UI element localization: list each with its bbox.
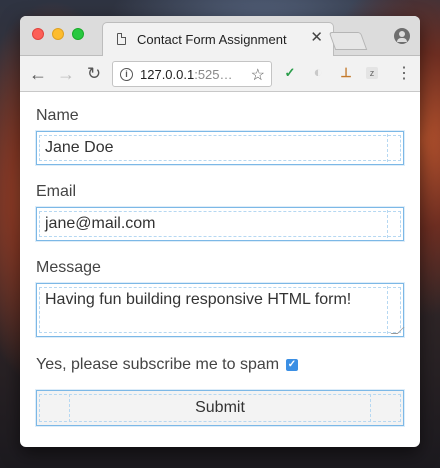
vue-devtools-icon[interactable]: ✓: [282, 65, 298, 81]
extension-tag-icon[interactable]: ⊥: [338, 65, 354, 81]
browser-menu-icon[interactable]: ⋮: [396, 64, 412, 84]
tab-title: Contact Form Assignment: [137, 32, 287, 47]
extension-drop-icon[interactable]: ◐: [310, 65, 326, 81]
document-icon: [117, 33, 126, 45]
subscribe-checkbox[interactable]: ✓: [286, 359, 298, 371]
new-tab-button[interactable]: [328, 32, 368, 50]
message-label: Message: [36, 259, 101, 276]
resize-grip-icon[interactable]: [390, 327, 405, 334]
profile-icon[interactable]: [394, 28, 410, 44]
name-field[interactable]: Jane Doe: [36, 131, 404, 165]
url-text[interactable]: 127.0.0.1:525…: [140, 67, 233, 82]
page-content: Name Jane Doe Email jane@mail.com Messag…: [20, 93, 420, 447]
window-minimize-button[interactable]: [52, 28, 64, 40]
url-host: 127.0.0.1: [140, 67, 195, 82]
email-field[interactable]: jane@mail.com: [36, 207, 404, 241]
tab-contact-form[interactable]: Contact Form Assignment ✕: [102, 22, 334, 56]
message-value: Having fun building responsive HTML form…: [45, 291, 352, 308]
name-value: Jane Doe: [45, 139, 114, 156]
address-bar[interactable]: i 127.0.0.1:525… ☆: [112, 61, 272, 87]
submit-button[interactable]: Submit: [36, 390, 404, 426]
reload-button[interactable]: ↻: [84, 64, 104, 84]
site-info-icon[interactable]: i: [120, 68, 133, 81]
forward-button[interactable]: →: [56, 64, 76, 84]
back-button[interactable]: ←: [28, 64, 48, 84]
email-value: jane@mail.com: [45, 215, 156, 232]
name-label: Name: [36, 107, 79, 124]
email-label: Email: [36, 183, 77, 200]
tab-close-icon[interactable]: ✕: [310, 29, 323, 46]
browser-window: Contact Form Assignment ✕ ← → ↻ i 127.0.…: [20, 16, 420, 447]
tab-strip: Contact Form Assignment ✕: [20, 16, 420, 56]
submit-label: Submit: [195, 399, 245, 416]
url-port: :525…: [194, 67, 233, 82]
browser-toolbar: ← → ↻ i 127.0.0.1:525… ☆ ✓ ◐ ⊥ z ⋮: [20, 56, 420, 92]
extension-z-icon[interactable]: z: [366, 67, 378, 79]
window-close-button[interactable]: [32, 28, 44, 40]
message-textarea[interactable]: Having fun building responsive HTML form…: [36, 283, 405, 337]
subscribe-label: Yes, please subscribe me to spam: [36, 356, 280, 373]
window-maximize-button[interactable]: [72, 28, 84, 40]
bookmark-star-icon[interactable]: ☆: [251, 65, 265, 85]
